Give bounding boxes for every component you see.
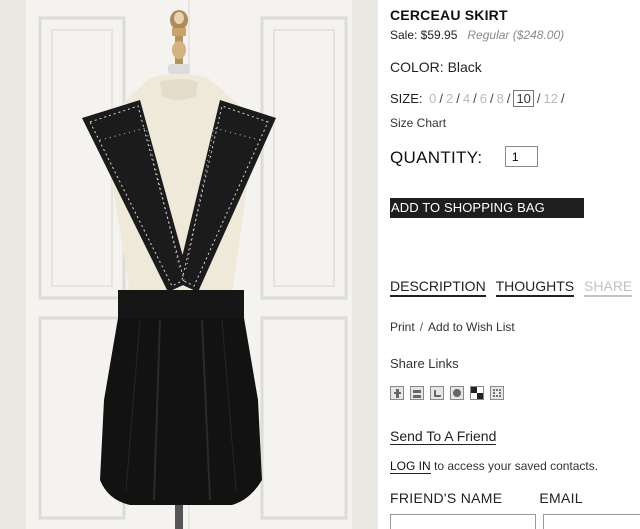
- delicious-icon[interactable]: [470, 386, 484, 400]
- friend-form-labels: FRIEND'S NAME EMAIL: [390, 490, 583, 506]
- size-option-4[interactable]: 4: [463, 91, 470, 106]
- size-chart-link[interactable]: Size Chart: [390, 116, 446, 130]
- product-actions: Print / Add to Wish List: [390, 320, 515, 334]
- size-label: SIZE:: [390, 91, 423, 106]
- product-image: [0, 0, 378, 529]
- size-option-12[interactable]: 12: [544, 91, 558, 106]
- digg-icon[interactable]: [490, 386, 504, 400]
- action-separator: /: [419, 320, 424, 334]
- size-option-0[interactable]: 0: [429, 91, 436, 106]
- send-to-friend-link[interactable]: Send To A Friend: [390, 428, 497, 445]
- size-option-10[interactable]: 10: [513, 90, 534, 107]
- share-icons-row: [390, 386, 504, 400]
- product-details: CERCEAU SKIRT Sale: $59.95 Regular ($248.…: [390, 0, 640, 529]
- print-link[interactable]: Print: [390, 320, 415, 334]
- size-option-8[interactable]: 8: [497, 91, 504, 106]
- size-selector: SIZE: 0/2/4/6/8/10/12/: [390, 90, 565, 107]
- size-option-6[interactable]: 6: [480, 91, 487, 106]
- color-label: COLOR: Black: [390, 59, 482, 75]
- regular-price: Regular ($248.00): [467, 28, 565, 42]
- product-tabs: DESCRIPTION THOUGHTS SHARE: [390, 278, 638, 297]
- quantity-input[interactable]: [504, 146, 538, 167]
- add-to-bag-button[interactable]: ADD TO SHOPPING BAG: [390, 198, 584, 218]
- sale-price: Sale: $59.95: [390, 28, 458, 42]
- login-link[interactable]: LOG IN: [390, 459, 431, 474]
- stumbleupon-icon[interactable]: [450, 386, 464, 400]
- twitter-icon[interactable]: [430, 386, 444, 400]
- friend-name-field[interactable]: [390, 514, 536, 529]
- tab-thoughts[interactable]: THOUGHTS: [495, 278, 575, 297]
- size-option-2[interactable]: 2: [446, 91, 453, 106]
- friend-email-label: EMAIL: [539, 490, 583, 506]
- product-title: CERCEAU SKIRT: [390, 7, 508, 23]
- friend-name-label: FRIEND'S NAME: [390, 490, 503, 506]
- share-links-title: Share Links: [390, 356, 459, 371]
- myspace-icon[interactable]: [410, 386, 424, 400]
- quantity-row: QUANTITY:: [390, 146, 538, 168]
- login-text: to access your saved contacts.: [430, 459, 599, 473]
- facebook-icon[interactable]: [390, 386, 404, 400]
- quantity-label: QUANTITY:: [390, 148, 483, 167]
- tab-description[interactable]: DESCRIPTION: [390, 278, 486, 297]
- tab-share[interactable]: SHARE: [584, 278, 633, 297]
- login-prompt: LOG IN to access your saved contacts.: [390, 459, 599, 474]
- price-row: Sale: $59.95 Regular ($248.00): [390, 28, 564, 42]
- wishlist-link[interactable]: Add to Wish List: [428, 320, 515, 334]
- friend-email-field[interactable]: [543, 514, 640, 529]
